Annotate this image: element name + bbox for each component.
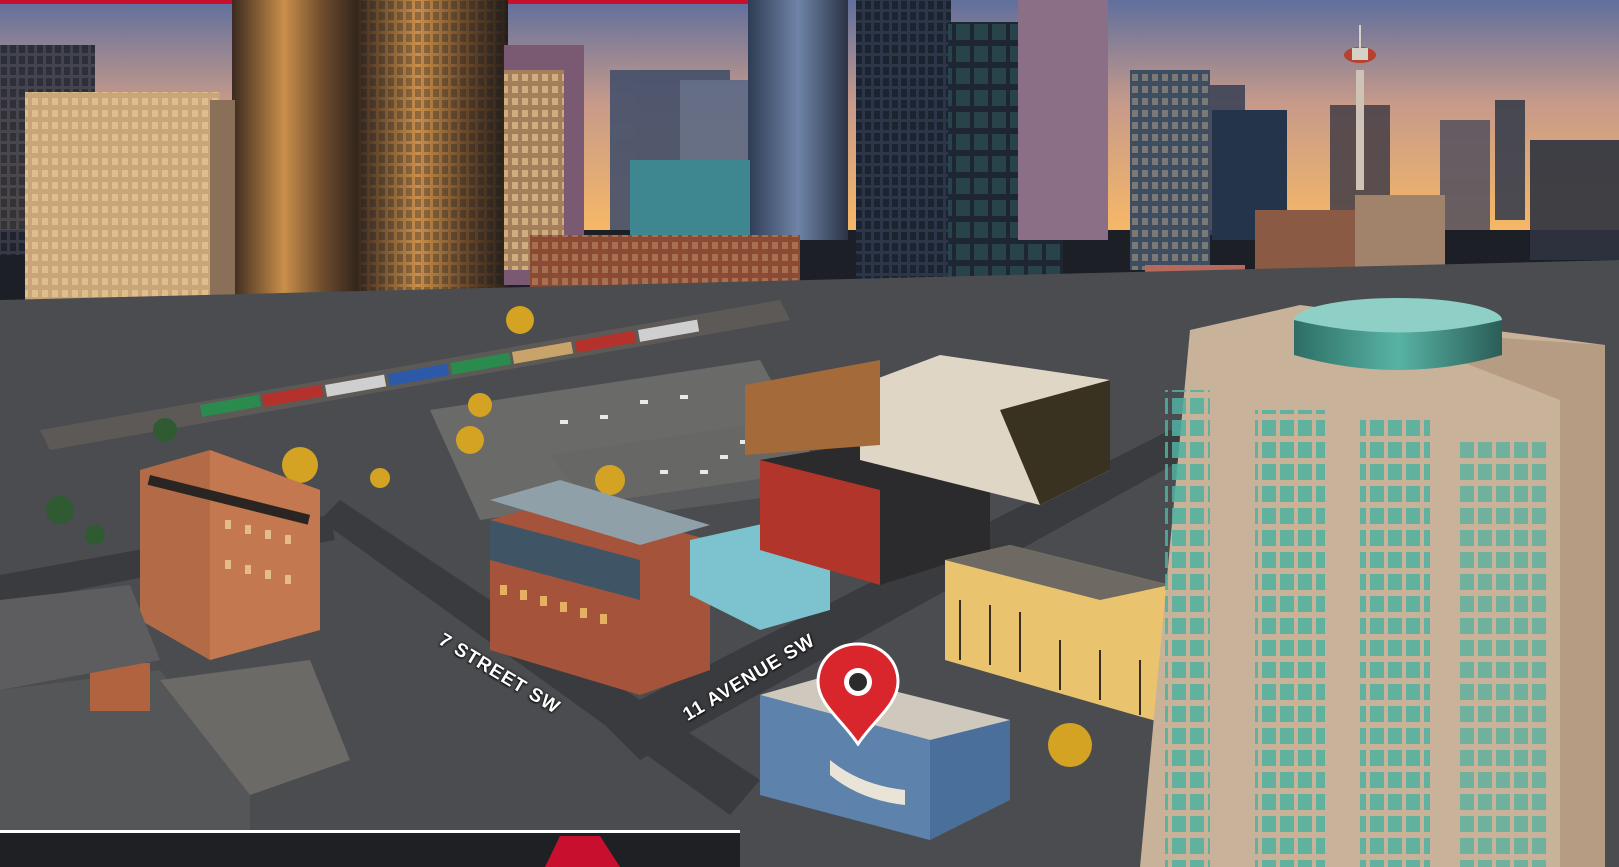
map-pin-icon xyxy=(816,642,900,746)
aerial-city-photo xyxy=(0,0,1619,867)
